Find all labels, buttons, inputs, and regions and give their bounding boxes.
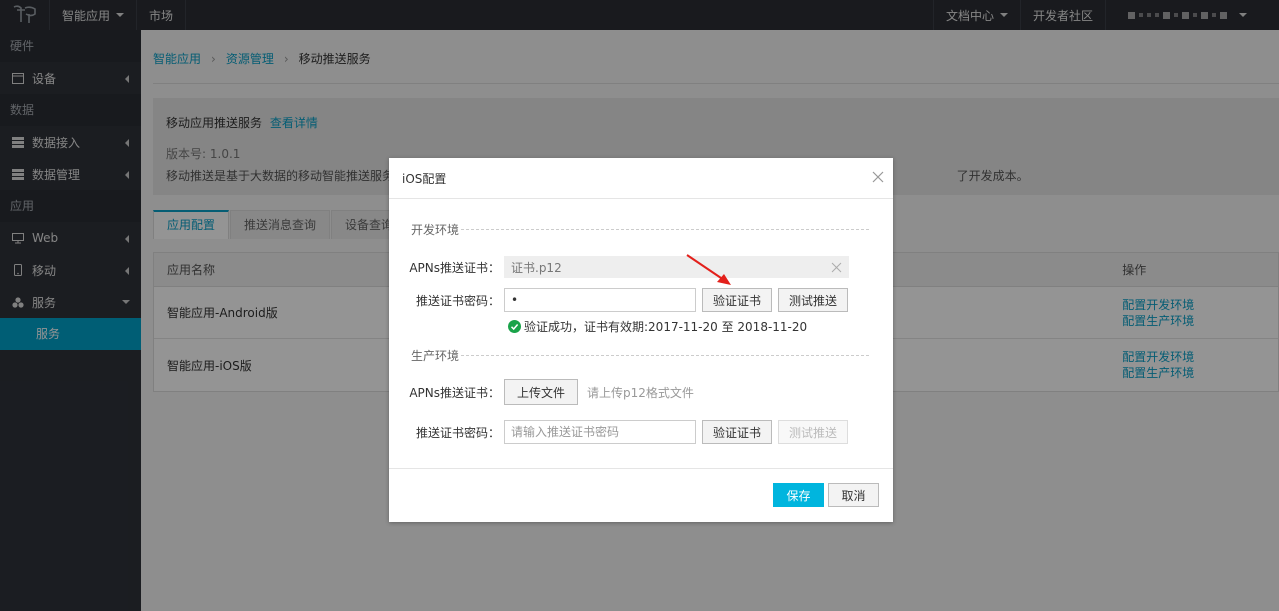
prod-verify-cert-button[interactable]: 验证证书 [702,420,773,444]
prod-password-label: 推送证书密码： [415,425,500,440]
check-circle-icon [508,320,521,333]
section-title: 开发环境 [411,223,460,237]
prod-cert-row: APNs推送证书： 上传文件 请上传p12格式文件 [389,379,893,405]
verify-success-message: 验证成功，证书有效期:2017-11-20 至 2018-11-20 [508,318,807,335]
dev-env-section: 开发环境 [411,221,870,238]
dev-cert-filename: 证书.p12 [511,260,562,275]
dialog-title: iOS配置 [402,171,447,186]
prod-test-push-button[interactable]: 测试推送 [778,420,849,444]
section-title: 生产环境 [411,349,460,363]
upload-hint: 请上传p12格式文件 [587,385,694,400]
dev-cert-label: APNs推送证书： [409,260,500,275]
dev-verify-cert-button[interactable]: 验证证书 [702,288,773,312]
remove-file-icon[interactable] [831,262,842,273]
upload-file-button[interactable]: 上传文件 [504,379,579,405]
dialog-header: iOS配置 [389,158,893,199]
close-icon[interactable] [871,170,885,184]
dev-password-label: 推送证书密码： [415,293,500,308]
dev-test-push-button[interactable]: 测试推送 [778,288,849,312]
annotation-arrow-icon [686,254,731,285]
dev-password-input[interactable] [504,288,696,312]
prod-password-input[interactable] [504,420,696,444]
save-button[interactable]: 保存 [773,483,824,507]
ios-config-dialog: iOS配置 开发环境 APNs推送证书： 证书.p12 推送证书密码： 验证证书… [389,158,893,522]
prod-password-row: 推送证书密码： 验证证书 测试推送 [389,420,893,444]
dev-cert-file: 证书.p12 [504,256,849,278]
prod-cert-label: APNs推送证书： [409,385,500,400]
prod-env-section: 生产环境 [411,347,870,364]
dev-password-row: 推送证书密码： 验证证书 测试推送 [389,288,893,312]
cancel-button[interactable]: 取消 [828,483,879,507]
dev-cert-row: APNs推送证书： 证书.p12 [389,255,893,279]
verify-success-text: 验证成功，证书有效期:2017-11-20 至 2018-11-20 [524,320,808,334]
